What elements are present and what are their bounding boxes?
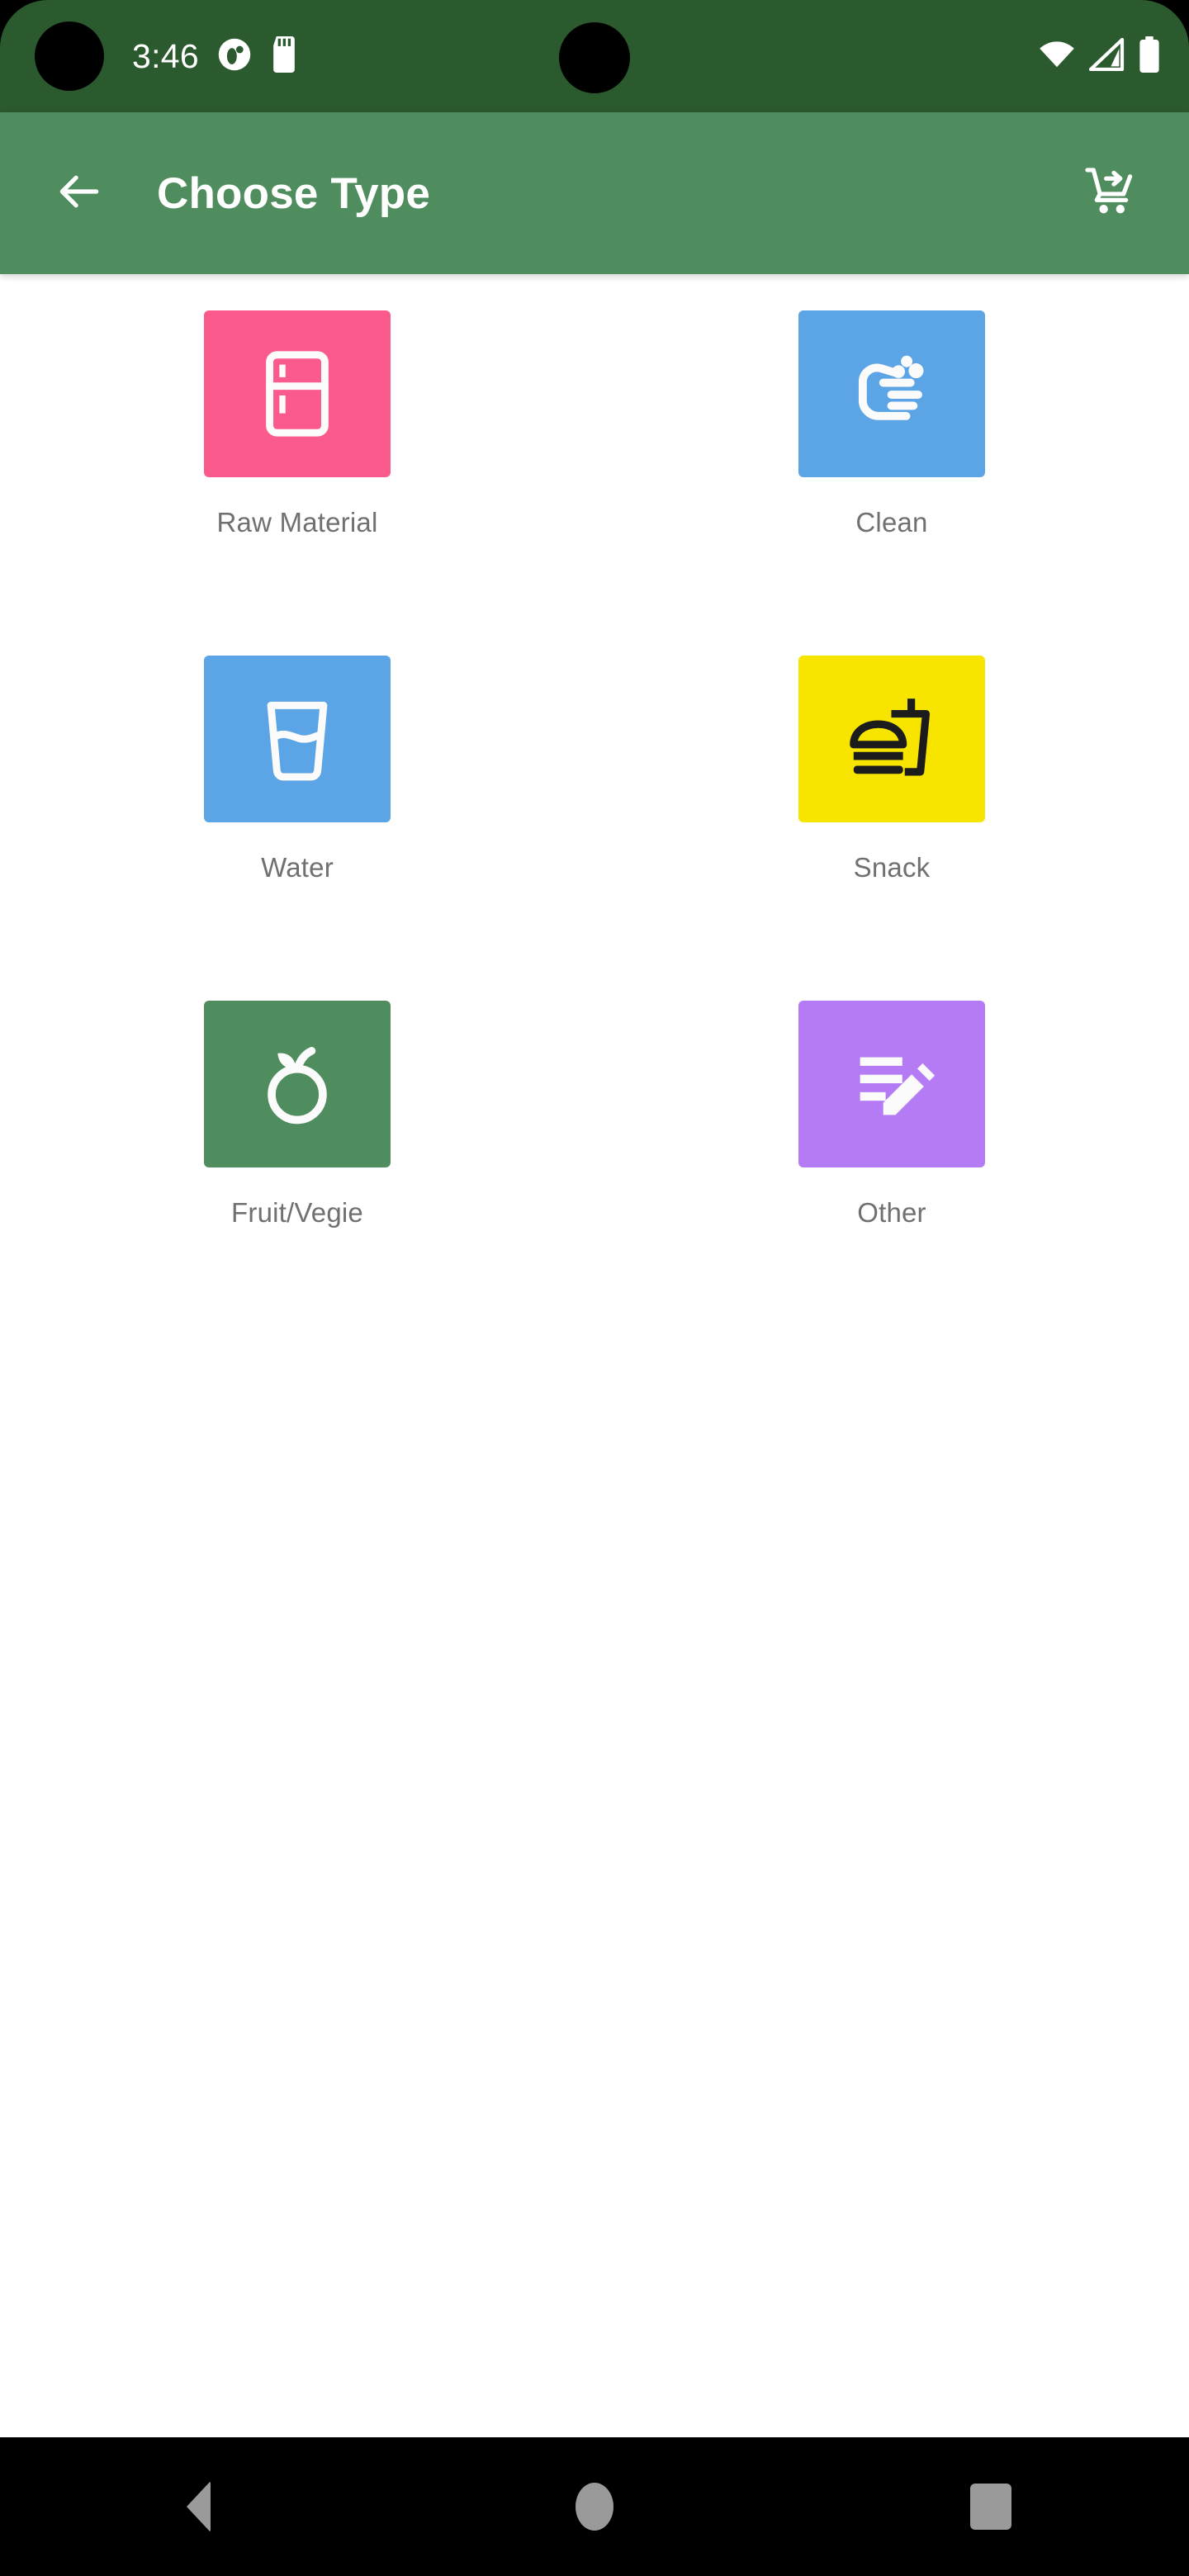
status-bar-left-group: 3:46 xyxy=(132,0,298,112)
nav-home-button[interactable] xyxy=(524,2437,665,2576)
cart-button[interactable] xyxy=(1065,148,1156,239)
square-recents-icon xyxy=(970,2484,1011,2530)
status-time: 3:46 xyxy=(132,36,199,75)
app-notification-icon xyxy=(217,37,252,76)
water-glass-icon xyxy=(249,691,345,787)
nav-back-button[interactable] xyxy=(128,2437,268,2576)
arrow-back-icon xyxy=(54,166,105,221)
cellular-signal-icon xyxy=(1088,37,1125,75)
content-area: Raw Material Clean Water Snack Fruit/Veg… xyxy=(0,274,1189,2437)
triangle-back-icon xyxy=(186,2481,211,2532)
fast-food-icon xyxy=(840,687,944,791)
clean-tile[interactable] xyxy=(798,310,985,477)
tile-label: Other xyxy=(857,1197,926,1228)
tile-label: Fruit/Vegie xyxy=(231,1197,363,1228)
other-tile[interactable] xyxy=(798,1001,985,1167)
app-bar: Choose Type xyxy=(0,112,1189,274)
apple-fruit-icon xyxy=(249,1036,345,1132)
camera-cutout-center xyxy=(559,22,630,93)
nav-recents-button[interactable] xyxy=(921,2437,1061,2576)
raw-material-tile[interactable] xyxy=(204,310,391,477)
grid-item-fruit-vegie[interactable]: Fruit/Vegie xyxy=(0,1001,594,1346)
tile-label: Clean xyxy=(855,507,928,537)
cart-forward-icon xyxy=(1084,165,1137,222)
battery-icon xyxy=(1138,36,1161,77)
phone-screen: 3:46 Choose Type Raw Material Clean Wate… xyxy=(0,0,1189,2576)
back-button[interactable] xyxy=(33,147,126,239)
snack-tile[interactable] xyxy=(798,656,985,822)
android-nav-bar xyxy=(0,2437,1189,2576)
fruit-vegie-tile[interactable] xyxy=(204,1001,391,1167)
grid-item-clean[interactable]: Clean xyxy=(594,310,1189,656)
water-tile[interactable] xyxy=(204,656,391,822)
status-bar-right-group xyxy=(1037,0,1161,112)
page-title: Choose Type xyxy=(157,168,431,218)
tile-label: Raw Material xyxy=(216,507,378,537)
sd-card-icon xyxy=(270,36,298,77)
grid-item-water[interactable]: Water xyxy=(0,656,594,1001)
grid-item-other[interactable]: Other xyxy=(594,1001,1189,1346)
tile-label: Water xyxy=(261,852,334,883)
tile-label: Snack xyxy=(853,852,931,883)
type-grid: Raw Material Clean Water Snack Fruit/Veg… xyxy=(0,274,1189,1346)
status-bar: 3:46 xyxy=(0,0,1189,112)
camera-cutout-left xyxy=(35,21,104,91)
grid-item-snack[interactable]: Snack xyxy=(594,656,1189,1001)
wash-hands-icon xyxy=(841,343,943,445)
refrigerator-icon xyxy=(249,345,346,443)
circle-home-icon xyxy=(576,2483,613,2531)
note-edit-icon xyxy=(843,1035,940,1133)
wifi-icon xyxy=(1037,38,1077,75)
grid-item-raw-material[interactable]: Raw Material xyxy=(0,310,594,656)
